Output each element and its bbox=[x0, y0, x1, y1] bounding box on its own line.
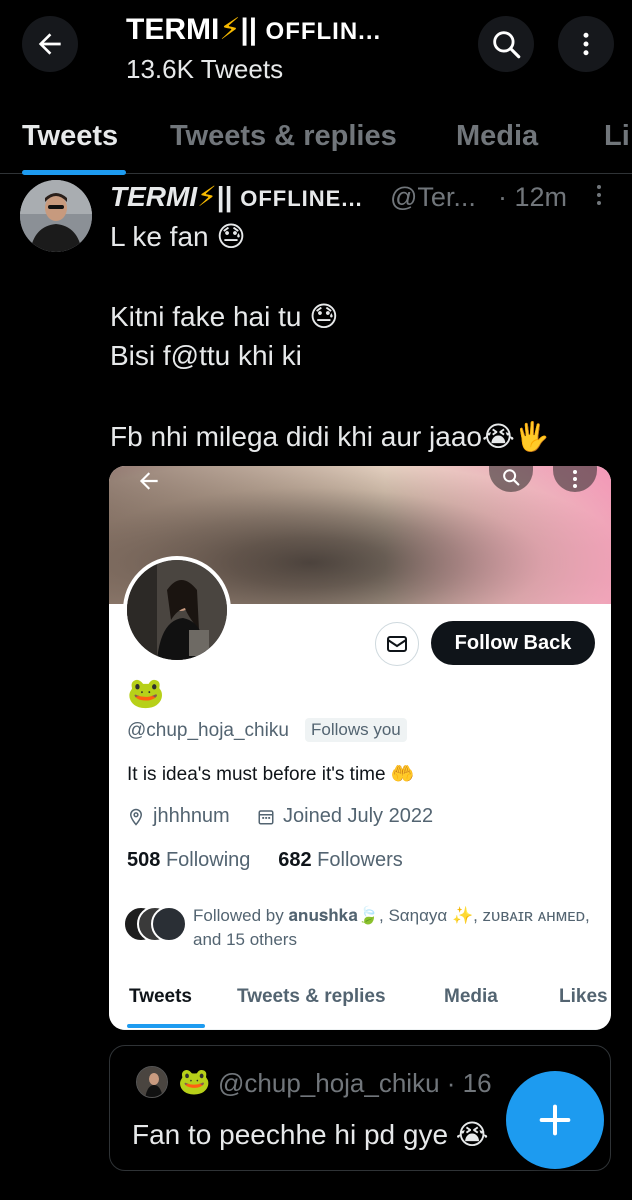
card-active-tab-indicator bbox=[127, 1024, 205, 1028]
calendar-icon bbox=[258, 809, 274, 824]
profile-tabs: Tweets Tweets & replies Media Li bbox=[0, 108, 632, 175]
quoted-tweet-text: Fan to peechhe hi pd gye 😭 bbox=[132, 1119, 489, 1150]
followers-count: 682 bbox=[278, 849, 312, 871]
followed-by-text: Followed by 𝐚𝐧𝐮𝐬𝐡𝐤𝐚🍃, Sαηαуα ✨, ᴢᴜʙᴀɪʀ ᴀ… bbox=[193, 906, 590, 949]
quoted-author-emoji: 🐸 bbox=[178, 1066, 211, 1096]
tweet-text-line: Fb nhi milega didi khi aur jaao😭🖐 bbox=[110, 421, 550, 452]
card-profile-avatar bbox=[123, 556, 231, 664]
mail-icon bbox=[387, 636, 407, 652]
profile-name-separator: || bbox=[240, 13, 266, 46]
avatar-image bbox=[127, 560, 227, 660]
tweet-author-name[interactable]: TERMI⚡|| OFFLINE... bbox=[110, 180, 363, 213]
profile-header: TERMI⚡|| OFFLIN... 13.6K Tweets Tweets T… bbox=[0, 0, 632, 175]
tweet-author-name-text: TERMI bbox=[110, 181, 198, 212]
card-joined-text: Joined July 2022 bbox=[283, 805, 434, 827]
card-tab-likes: Likes bbox=[559, 986, 608, 1007]
card-location: jhhhnum bbox=[127, 805, 230, 828]
search-icon bbox=[493, 31, 521, 59]
card-handle: @chup_hoja_chiku bbox=[127, 720, 289, 741]
follows-you-badge: Follows you bbox=[305, 718, 407, 742]
followers-label: Followers bbox=[317, 849, 403, 871]
tweet-text-line: L ke fan 😓 bbox=[110, 221, 246, 252]
profile-name-text: TERMI bbox=[126, 13, 220, 46]
location-pin-icon bbox=[129, 808, 143, 826]
tab-media[interactable]: Media bbox=[456, 120, 538, 153]
facepile-avatar bbox=[151, 906, 187, 942]
following-label: Following bbox=[165, 849, 251, 871]
tweet-author-handle[interactable]: @Ter... bbox=[390, 182, 476, 213]
arrow-left-icon bbox=[139, 472, 158, 490]
card-follow-stats: 508 Following 682 Followers bbox=[127, 849, 403, 872]
card-message-button bbox=[375, 622, 419, 666]
more-options-button[interactable] bbox=[558, 16, 614, 72]
active-tab-indicator bbox=[22, 170, 126, 175]
tab-tweets[interactable]: Tweets bbox=[22, 120, 118, 153]
bolt-emoji: ⚡ bbox=[197, 181, 217, 212]
card-tab-media: Media bbox=[444, 986, 498, 1007]
tweet-author-avatar[interactable] bbox=[20, 180, 92, 252]
following-count: 508 bbox=[127, 849, 161, 871]
arrow-left-icon bbox=[38, 33, 61, 55]
bolt-emoji: ⚡ bbox=[219, 13, 241, 46]
quoted-author-avatar bbox=[136, 1066, 168, 1098]
back-button[interactable] bbox=[22, 16, 78, 72]
profile-name: TERMI⚡|| OFFLIN... bbox=[126, 12, 381, 47]
profile-name-tag: OFFLIN... bbox=[265, 18, 382, 45]
tweet-author-tag: OFFLINE... bbox=[240, 186, 363, 211]
tweet-author-separator: || bbox=[216, 181, 241, 212]
tweet-text-line: Bisi f@ttu khi ki bbox=[110, 340, 302, 371]
tab-tweets-and-replies[interactable]: Tweets & replies bbox=[170, 120, 397, 153]
card-location-text: jhhhnum bbox=[153, 805, 230, 827]
tweet-more-button[interactable] bbox=[584, 180, 614, 210]
card-follow-back-button: Follow Back bbox=[431, 621, 595, 665]
tweet-media-image[interactable]: Follow Back 🐸 @chup_hoja_chiku Follows y… bbox=[109, 466, 611, 1030]
more-vertical-icon bbox=[597, 185, 601, 205]
avatar-image bbox=[20, 180, 92, 252]
compose-tweet-button[interactable] bbox=[506, 1071, 604, 1169]
card-joined-date: Joined July 2022 bbox=[257, 805, 433, 828]
card-back-button bbox=[127, 466, 171, 496]
card-tab-tweets-and-replies: Tweets & replies bbox=[237, 986, 386, 1007]
tab-likes[interactable]: Li bbox=[604, 120, 630, 153]
tweet-text-line: Kitni fake hai tu 😓 bbox=[110, 301, 339, 332]
search-button[interactable] bbox=[478, 16, 534, 72]
quoted-author-handle: @chup_hoja_chiku · 16 bbox=[218, 1068, 492, 1098]
avatar-image bbox=[137, 1067, 167, 1097]
card-display-name-emoji: 🐸 bbox=[127, 677, 165, 710]
card-bio: It is idea's must before it's time 🤲 bbox=[127, 764, 415, 785]
tweet-timestamp[interactable]: · 12m bbox=[498, 182, 567, 213]
tweet-count: 13.6K Tweets bbox=[126, 54, 284, 84]
more-vertical-icon bbox=[583, 32, 589, 56]
card-profile-tabs: Tweets Tweets & replies Media Likes bbox=[109, 974, 611, 1030]
plus-icon bbox=[539, 1104, 571, 1136]
more-vertical-icon bbox=[573, 470, 577, 488]
card-tab-tweets: Tweets bbox=[129, 986, 193, 1007]
followed-by-avatars bbox=[123, 906, 189, 944]
search-icon bbox=[503, 469, 520, 486]
